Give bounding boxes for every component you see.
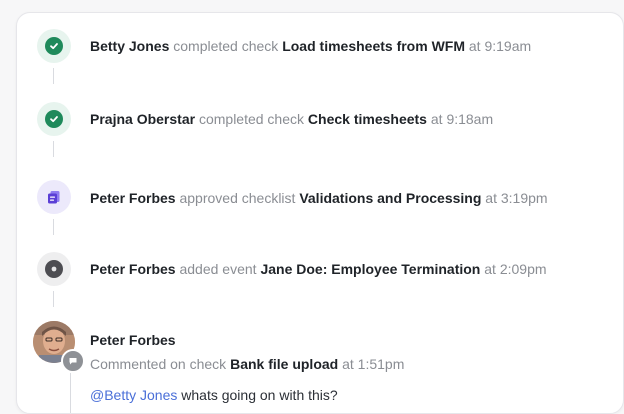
actor-name[interactable]: Betty Jones — [90, 38, 169, 54]
comment-author[interactable]: Peter Forbes — [90, 331, 176, 349]
time-prefix: at — [485, 190, 497, 206]
target-link[interactable]: Check timesheets — [308, 111, 427, 127]
time-prefix: at — [342, 356, 354, 372]
action-text: approved checklist — [179, 190, 296, 206]
action-text: added event — [179, 261, 257, 277]
activity-feed-card: Betty Jones completed check Load timeshe… — [16, 12, 624, 414]
target-link[interactable]: Validations and Processing — [299, 190, 481, 206]
target-link[interactable]: Load timesheets from WFM — [282, 38, 465, 54]
activity-item: Prajna Oberstar completed check Check ti… — [90, 110, 493, 128]
check-circle-icon — [37, 29, 71, 63]
activity-item: Peter Forbes approved checklist Validati… — [90, 189, 548, 207]
timeline-connector — [53, 68, 54, 84]
checklist-icon — [37, 180, 71, 214]
action-text: completed check — [198, 111, 305, 127]
timestamp: 2:09pm — [499, 261, 547, 277]
timeline-connector — [53, 219, 54, 235]
comment-action: Commented on check — [90, 356, 227, 372]
activity-item: Peter Forbes added event Jane Doe: Emplo… — [90, 260, 547, 278]
actor-name[interactable]: Peter Forbes — [90, 261, 176, 277]
check-circle-icon — [37, 102, 71, 136]
action-text: completed check — [173, 38, 279, 54]
actor-name[interactable]: Peter Forbes — [90, 190, 176, 206]
comment-body: @Betty Jones whats going on with this? — [90, 386, 338, 404]
time-prefix: at — [484, 261, 496, 277]
timestamp: 9:19am — [484, 38, 532, 54]
comment-target-link[interactable]: Bank file upload — [230, 356, 338, 372]
event-icon — [37, 252, 71, 286]
comment-thread-line — [70, 373, 71, 413]
comment-meta: Commented on check Bank file upload at 1… — [90, 355, 404, 373]
comment-timestamp: 1:51pm — [357, 356, 405, 372]
actor-name[interactable]: Prajna Oberstar — [90, 111, 195, 127]
time-prefix: at — [468, 38, 481, 54]
comment-icon — [61, 349, 85, 373]
timeline-connector — [53, 141, 54, 157]
activity-item: Betty Jones completed check Load timeshe… — [90, 37, 531, 55]
target-link[interactable]: Jane Doe: Employee Termination — [260, 261, 480, 277]
time-prefix: at — [430, 111, 443, 127]
timeline-connector — [53, 291, 54, 307]
timestamp: 3:19pm — [500, 190, 548, 206]
timestamp: 9:18am — [446, 111, 494, 127]
